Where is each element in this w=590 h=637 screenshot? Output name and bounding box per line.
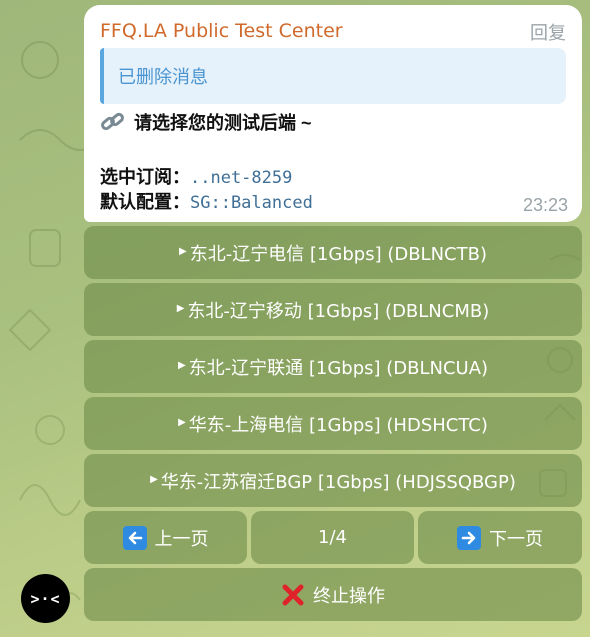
- reply-label: 回复: [530, 23, 566, 43]
- sender-name[interactable]: FFQ.LA Public Test Center: [100, 20, 343, 42]
- quoted-text: 已删除消息: [118, 67, 208, 87]
- prev-page-button[interactable]: 上一页: [84, 511, 247, 564]
- subscription-label: 选中订阅：: [100, 167, 190, 187]
- bot-avatar[interactable]: >·<: [21, 574, 70, 623]
- option-button-1[interactable]: ▶ 东北-辽宁电信 [1Gbps] (DBLNCTB): [84, 226, 582, 279]
- triangle-right-icon: ▶: [150, 474, 158, 485]
- option-label: 华东-上海电信 [1Gbps] (HDSHCTC): [188, 414, 488, 436]
- option-label: 华东-江苏宿迁BGP [1Gbps] (HDJSSQBGP): [160, 471, 516, 493]
- subscription-value: ..net-8259: [190, 168, 293, 188]
- option-button-3[interactable]: ▶ 东北-辽宁联通 [1Gbps] (DBLNCUA): [84, 340, 582, 393]
- option-label: 东北-辽宁电信 [1Gbps] (DBLNCTB): [189, 243, 487, 265]
- next-page-button[interactable]: 下一页: [418, 511, 582, 564]
- triangle-right-icon: ▶: [179, 246, 187, 257]
- triangle-right-icon: ▶: [178, 417, 186, 428]
- next-page-label: 下一页: [489, 528, 543, 550]
- avatar-text: >·<: [30, 589, 61, 608]
- abort-label: 终止操作: [313, 585, 385, 607]
- quoted-message[interactable]: 已删除消息: [100, 48, 566, 104]
- config-label: 默认配置：: [100, 192, 190, 212]
- option-button-2[interactable]: ▶ 东北-辽宁移动 [1Gbps] (DBLNCMB): [84, 283, 582, 336]
- prompt-line: 请选择您的测试后端 ~: [100, 109, 312, 135]
- option-button-5[interactable]: ▶ 华东-江苏宿迁BGP [1Gbps] (HDJSSQBGP): [84, 454, 582, 507]
- message-time: 23:23: [522, 195, 568, 215]
- cross-mark-icon: [282, 584, 304, 605]
- left-arrow-icon: [122, 525, 147, 550]
- triangle-right-icon: ▶: [176, 303, 185, 314]
- config-line: 默认配置：SG::Balanced: [100, 188, 313, 214]
- page-indicator: 1/4: [318, 527, 347, 548]
- message-bubble: FFQ.LA Public Test Center 回复 已删除消息 请选择您的…: [84, 5, 582, 222]
- option-label: 东北-辽宁移动 [1Gbps] (DBLNCMB): [187, 300, 490, 322]
- triangle-right-icon: ▶: [177, 360, 186, 371]
- page-indicator-button[interactable]: 1/4: [251, 511, 414, 564]
- prompt-text: 请选择您的测试后端 ~: [134, 113, 312, 133]
- link-icon: [101, 112, 124, 131]
- config-value: SG::Balanced: [190, 193, 313, 213]
- abort-button[interactable]: 终止操作: [84, 568, 582, 621]
- option-button-4[interactable]: ▶ 华东-上海电信 [1Gbps] (HDSHCTC): [84, 397, 582, 450]
- subscription-line: 选中订阅：..net-8259: [100, 163, 292, 189]
- prev-page-label: 上一页: [154, 528, 209, 550]
- right-arrow-icon: [457, 525, 481, 550]
- option-label: 东北-辽宁联通 [1Gbps] (DBLNCUA): [188, 357, 489, 379]
